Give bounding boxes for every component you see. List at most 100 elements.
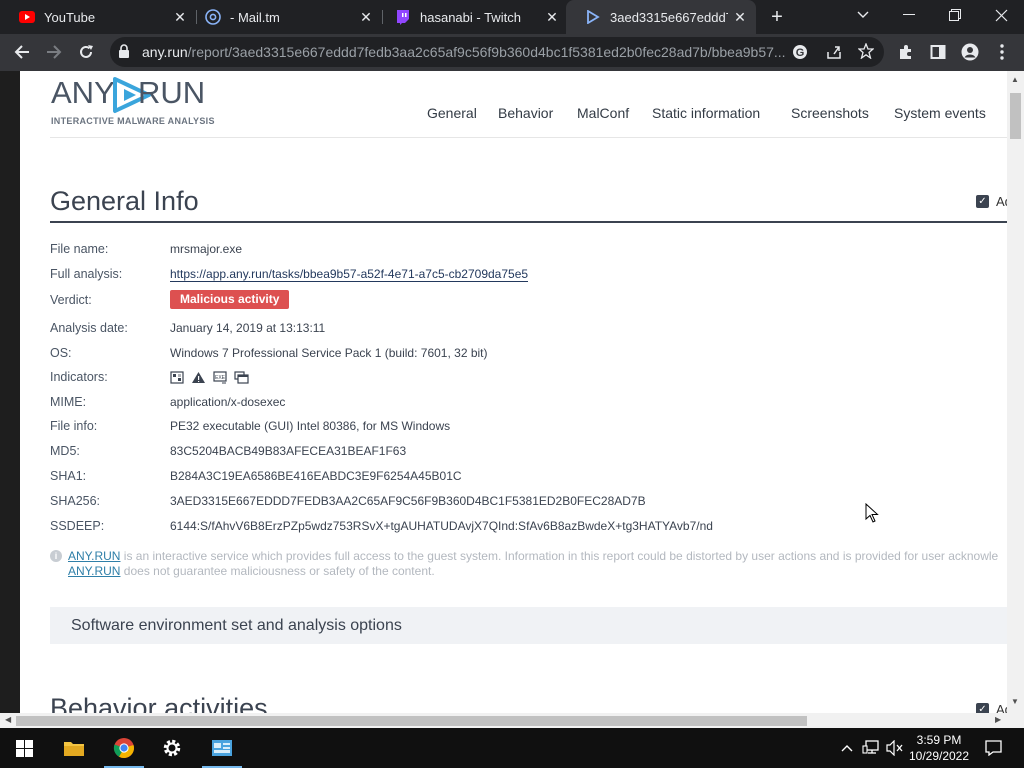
app-window-icon xyxy=(212,740,232,756)
forward-button[interactable] xyxy=(40,38,68,66)
field-label: SHA256: xyxy=(50,494,101,508)
note-text: does not guarantee maliciousness or safe… xyxy=(120,564,435,578)
verdict-badge: Malicious activity xyxy=(170,290,290,309)
field-label: MIME: xyxy=(50,395,87,409)
page-viewport: ANY RUN INTERACTIVE MALWARE ANALYSIS Gen… xyxy=(0,71,1024,728)
tab-youtube[interactable]: YouTube ✕ xyxy=(0,0,196,34)
scroll-left-icon[interactable]: ◀ xyxy=(5,715,11,724)
windows-stack-icon[interactable] xyxy=(234,371,249,384)
restore-icon xyxy=(949,9,961,21)
field-label: SHA1: xyxy=(50,469,87,483)
folder-icon xyxy=(64,742,84,756)
chevron-down-icon xyxy=(857,11,869,18)
anyrun-link[interactable]: ANY.RUN xyxy=(68,549,120,563)
tray-overflow-button[interactable] xyxy=(838,728,856,768)
close-icon[interactable]: ✕ xyxy=(358,9,374,25)
bookmark-star-icon[interactable] xyxy=(857,42,875,64)
svg-text:EXE: EXE xyxy=(215,375,226,381)
software-environment-panel[interactable]: Software environment set and analysis op… xyxy=(50,607,1007,644)
windows-logo-icon xyxy=(15,739,33,757)
tab-anyrun[interactable]: 3aed3315e667eddd7fe ✕ xyxy=(566,0,756,34)
extensions-button[interactable] xyxy=(892,38,920,66)
google-icon[interactable]: G xyxy=(792,44,808,65)
taskbar-clock[interactable]: 3:59 PM 10/29/2022 xyxy=(904,732,974,764)
restore-button[interactable] xyxy=(932,0,978,30)
tab-twitch[interactable]: hasanabi - Twitch ✕ xyxy=(376,0,568,34)
vertical-scrollbar[interactable]: ▲ ▼ xyxy=(1007,71,1024,713)
tab-strip: YouTube ✕ - Mail.tm ✕ hasanabi - Twitch … xyxy=(0,0,1024,34)
header-divider xyxy=(50,137,1007,138)
general-info-heading: General Info xyxy=(50,186,199,216)
volume-button[interactable] xyxy=(884,728,906,768)
tab-title: YouTube xyxy=(44,9,96,25)
scroll-up-icon[interactable]: ▲ xyxy=(1011,75,1019,84)
nav-general[interactable]: General xyxy=(427,105,477,121)
scroll-thumb[interactable] xyxy=(16,716,807,726)
logo-word-left: ANY xyxy=(51,75,115,110)
left-dark-strip xyxy=(0,71,20,713)
mouse-cursor-icon xyxy=(865,503,879,523)
scroll-right-icon[interactable]: ▶ xyxy=(995,715,1001,724)
minimize-icon xyxy=(903,14,915,15)
section-checkbox[interactable]: ✓ xyxy=(976,195,989,208)
warning-icon[interactable] xyxy=(191,371,206,384)
info-icon: i xyxy=(50,550,62,562)
new-tab-button[interactable]: + xyxy=(766,6,788,28)
chevron-up-icon xyxy=(841,745,853,752)
field-label: OS: xyxy=(50,346,72,360)
report-content: ANY RUN INTERACTIVE MALWARE ANALYSIS Gen… xyxy=(20,71,1007,713)
tab-title: 3aed3315e667eddd7fe xyxy=(610,9,728,25)
notifications-button[interactable] xyxy=(978,728,1008,768)
field-value: Windows 7 Professional Service Pack 1 (b… xyxy=(170,346,488,360)
field-value: 83C5204BACB49B83AFECEA31BEAF1F63 xyxy=(170,444,407,458)
tab-mailtm[interactable]: - Mail.tm ✕ xyxy=(186,0,382,34)
reload-button[interactable] xyxy=(72,38,100,66)
anyrun-icon xyxy=(585,9,601,25)
taskbar-file-explorer[interactable] xyxy=(50,728,98,768)
arrow-right-icon xyxy=(47,45,62,59)
taskbar-settings[interactable] xyxy=(148,728,196,768)
start-button[interactable] xyxy=(0,728,48,768)
checkbox-label: Ad xyxy=(996,702,1007,713)
flag-icon[interactable] xyxy=(170,371,185,384)
field-value: PE32 executable (GUI) Intel 80386, for M… xyxy=(170,419,451,433)
behavior-activities-heading: Behavior activities xyxy=(50,693,268,713)
nav-screenshots[interactable]: Screenshots xyxy=(791,105,869,121)
reload-icon xyxy=(80,45,93,58)
anyrun-link[interactable]: ANY.RUN xyxy=(68,564,120,578)
youtube-icon xyxy=(19,9,35,25)
executable-icon[interactable]: EXE xyxy=(213,371,228,384)
url-text: any.run/report/3aed3315e667eddd7fedb3aa2… xyxy=(142,44,786,60)
nav-behavior[interactable]: Behavior xyxy=(498,105,553,121)
avatar-icon xyxy=(961,43,979,61)
scroll-thumb[interactable] xyxy=(1010,93,1021,139)
nav-static-information[interactable]: Static information xyxy=(652,105,760,121)
close-icon[interactable]: ✕ xyxy=(732,9,748,25)
mailtm-icon xyxy=(205,9,221,25)
full-analysis-link[interactable]: https://app.any.run/tasks/bbea9b57-a52f-… xyxy=(170,267,529,282)
arrow-left-icon xyxy=(14,45,29,59)
minimize-button[interactable] xyxy=(886,0,932,30)
svg-text:G: G xyxy=(796,47,805,59)
profile-button[interactable] xyxy=(956,38,984,66)
nav-malconf[interactable]: MalConf xyxy=(577,105,629,121)
taskbar-chrome[interactable] xyxy=(100,728,148,768)
panel-title: Software environment set and analysis op… xyxy=(71,617,402,634)
network-button[interactable] xyxy=(860,728,882,768)
close-icon[interactable]: ✕ xyxy=(544,9,560,25)
address-bar[interactable]: any.run/report/3aed3315e667eddd7fedb3aa2… xyxy=(110,37,884,67)
close-window-button[interactable] xyxy=(978,0,1024,30)
section-checkbox[interactable]: ✓ xyxy=(976,703,989,713)
menu-button[interactable] xyxy=(988,38,1016,66)
field-label: Verdict: xyxy=(50,293,92,307)
taskbar-app-window[interactable] xyxy=(198,728,246,768)
horizontal-scrollbar[interactable]: ◀ ▶ xyxy=(0,713,1024,728)
scroll-down-icon[interactable]: ▼ xyxy=(1011,697,1019,706)
share-icon[interactable] xyxy=(826,44,842,65)
tab-search-button[interactable] xyxy=(840,0,886,30)
back-button[interactable] xyxy=(8,38,36,66)
field-value: 6144:S/fAhvV6B8ErzPZp5wdz753RSvX+tgAUHAT… xyxy=(170,519,713,533)
nav-system-events[interactable]: System events xyxy=(894,105,986,121)
side-panel-button[interactable] xyxy=(924,38,952,66)
twitch-icon xyxy=(395,9,411,25)
